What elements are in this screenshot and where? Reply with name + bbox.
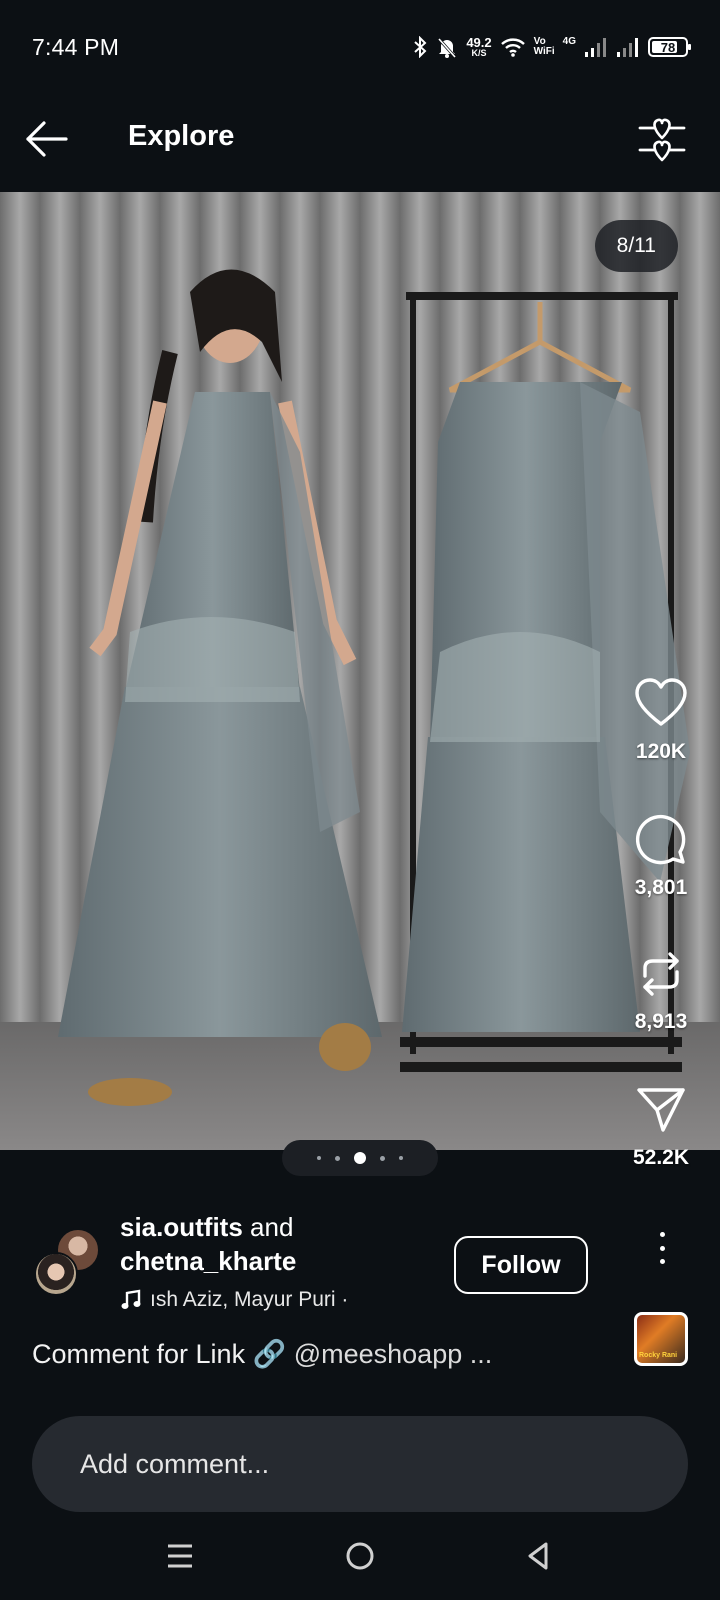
add-comment-input[interactable]: Add comment... xyxy=(32,1416,688,1512)
heart-sliders-icon[interactable] xyxy=(634,112,690,168)
author-names[interactable]: sia.outfits and chetna_kharte xyxy=(120,1210,296,1278)
author-avatars[interactable] xyxy=(34,1228,104,1298)
username-1[interactable]: sia.outfits xyxy=(120,1212,243,1242)
outfit-photo xyxy=(0,192,720,1150)
comment-count: 3,801 xyxy=(634,876,688,899)
username-joiner: and xyxy=(250,1212,294,1242)
repost-icon[interactable] xyxy=(633,946,689,1002)
caption-text: Comment for Link 🔗 xyxy=(32,1339,287,1369)
comment-action[interactable]: 3,801 xyxy=(626,812,696,900)
audio-title: ısh Aziz, Mayur Puri · xyxy=(150,1288,349,1311)
header: Explore xyxy=(0,90,720,190)
carousel-dot xyxy=(380,1155,385,1161)
username-2[interactable]: chetna_kharte xyxy=(120,1246,296,1276)
speed-unit: K/S xyxy=(471,48,487,58)
back-icon[interactable] xyxy=(518,1536,558,1576)
heart-icon[interactable] xyxy=(633,676,689,732)
comment-placeholder: Add comment... xyxy=(80,1448,270,1479)
signal-icon-2 xyxy=(617,38,638,57)
battery-icon: 78 xyxy=(648,37,691,57)
image-counter: 8/11 xyxy=(594,220,678,272)
more-options-icon[interactable] xyxy=(650,1228,674,1268)
share-count: 52.2K xyxy=(632,1146,690,1169)
battery-level: 78 xyxy=(660,39,676,55)
data-speed: 49.2 K/S xyxy=(466,36,491,58)
vowifi-bottom: WiFi xyxy=(533,46,555,57)
post-image[interactable]: 8/11 xyxy=(0,192,720,1150)
audio-info[interactable]: ısh Aziz, Mayur Puri · xyxy=(120,1288,348,1312)
like-count: 120K xyxy=(635,740,687,763)
comment-bubble-icon[interactable] xyxy=(633,812,689,868)
back-arrow-icon[interactable] xyxy=(22,114,72,164)
follow-button[interactable]: Follow xyxy=(454,1236,588,1294)
screen: 7:44 PM 49.2 K/S Vo WiFi 4G 78 Explore 8… xyxy=(0,0,720,1600)
wifi-icon xyxy=(500,38,525,57)
bluetooth-icon xyxy=(414,36,427,58)
bell-muted-icon xyxy=(438,38,457,58)
system-nav-bar xyxy=(0,1516,720,1600)
status-bar: 7:44 PM 49.2 K/S Vo WiFi 4G 78 xyxy=(0,0,720,90)
network-type: 4G xyxy=(562,35,576,47)
like-action[interactable]: 120K xyxy=(626,676,696,764)
repost-count: 8,913 xyxy=(634,1010,688,1033)
carousel-dot xyxy=(399,1156,403,1160)
vowifi-label: Vo WiFi xyxy=(534,37,555,57)
repost-action[interactable]: 8,913 xyxy=(626,946,696,1034)
share-action[interactable]: 52.2K xyxy=(626,1082,696,1170)
carousel-dots xyxy=(282,1140,438,1176)
carousel-dot xyxy=(317,1156,321,1160)
status-icons: 49.2 K/S Vo WiFi 4G 78 xyxy=(412,32,691,62)
music-note-icon xyxy=(121,1289,141,1309)
carousel-dot-active xyxy=(354,1152,366,1164)
audio-thumbnail-text: Rocky Rani xyxy=(639,1352,678,1359)
avatar[interactable] xyxy=(34,1252,78,1296)
signal-icon-1 xyxy=(585,38,606,57)
home-icon[interactable] xyxy=(340,1536,380,1576)
page-title: Explore xyxy=(128,120,235,152)
menu-icon[interactable] xyxy=(160,1536,200,1576)
carousel-dot xyxy=(335,1155,340,1161)
share-send-icon[interactable] xyxy=(633,1082,689,1138)
status-time: 7:44 PM xyxy=(32,34,120,60)
post-caption[interactable]: Comment for Link 🔗 @meeshoapp ... xyxy=(32,1338,492,1370)
audio-thumbnail[interactable]: Rocky Rani xyxy=(634,1312,688,1366)
caption-mention[interactable]: @meeshoapp ... xyxy=(294,1339,493,1369)
